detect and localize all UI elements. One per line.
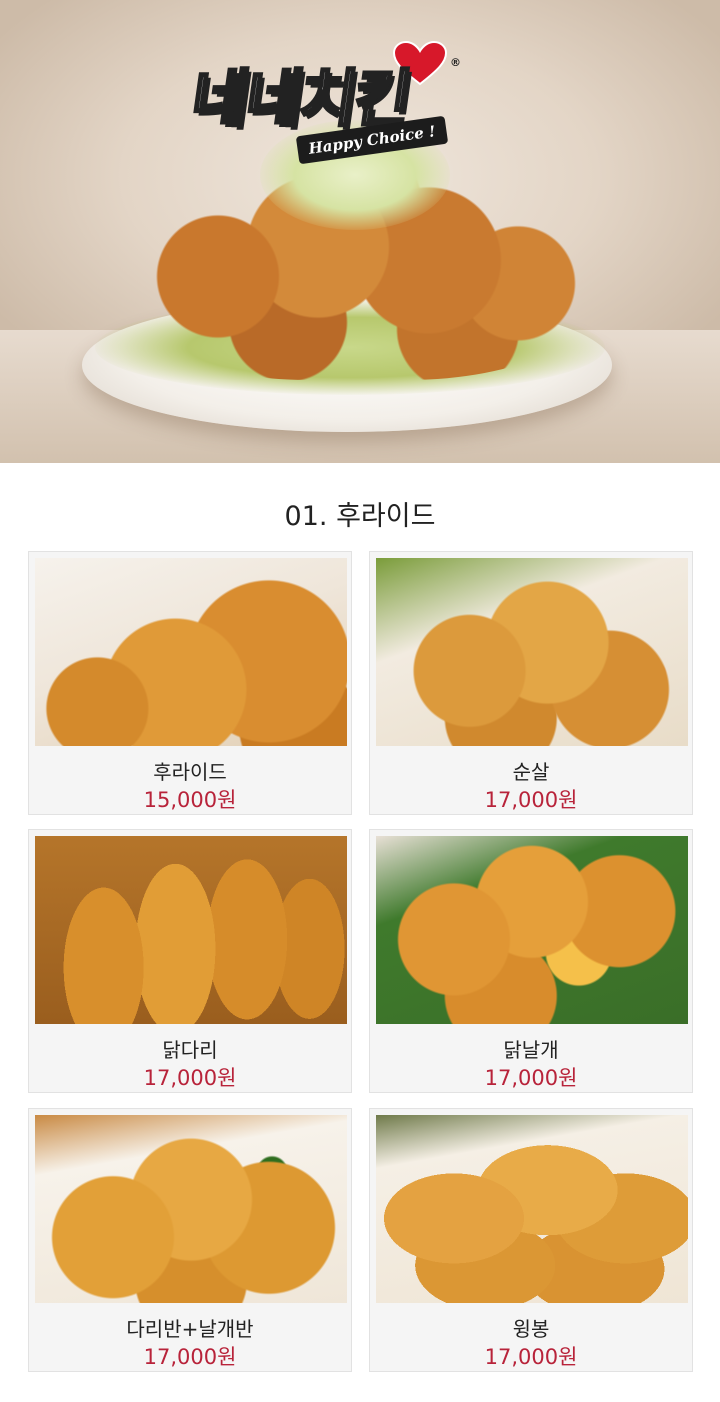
menu-photo [35, 836, 347, 1024]
brand-logo: ® 네네치킨 Happy Choice ! [185, 40, 522, 168]
menu-item-price: 17,000원 [484, 788, 578, 812]
menu-item-name: 닭다리 [162, 1038, 218, 1062]
menu-item-name: 순살 [512, 760, 550, 784]
menu-item-price: 17,000원 [484, 1345, 578, 1369]
section-title: 01. 후라이드 [284, 501, 436, 532]
menu-item-name: 닭날개 [503, 1038, 559, 1062]
hero-banner: ® 네네치킨 Happy Choice ! [0, 0, 720, 463]
menu-item-name: 다리반+날개반 [126, 1317, 254, 1341]
menu-photo [35, 1115, 347, 1303]
menu-card-drumstick[interactable]: 닭다리 17,000원 [28, 829, 352, 1093]
menu-card-half-half[interactable]: 다리반+날개반 17,000원 [28, 1108, 352, 1372]
menu-card-wing[interactable]: 닭날개 17,000원 [369, 829, 693, 1093]
logo-wordmark: 네네치킨 [185, 61, 414, 137]
menu-photo [35, 558, 347, 746]
menu-item-name: 윙봉 [512, 1317, 550, 1341]
menu-card-wingbong[interactable]: 윙봉 17,000원 [369, 1108, 693, 1372]
menu-item-price: 17,000원 [484, 1066, 578, 1090]
menu-item-price: 15,000원 [143, 788, 237, 812]
menu-card-fried[interactable]: 후라이드 15,000원 [28, 551, 352, 815]
menu-card-boneless[interactable]: 순살 17,000원 [369, 551, 693, 815]
menu-item-price: 17,000원 [143, 1066, 237, 1090]
registered-mark: ® [450, 56, 461, 69]
menu-photo [376, 1115, 688, 1303]
menu-photo [376, 558, 688, 746]
menu-item-name: 후라이드 [153, 760, 227, 784]
menu-photo [376, 836, 688, 1024]
menu-item-price: 17,000원 [143, 1345, 237, 1369]
